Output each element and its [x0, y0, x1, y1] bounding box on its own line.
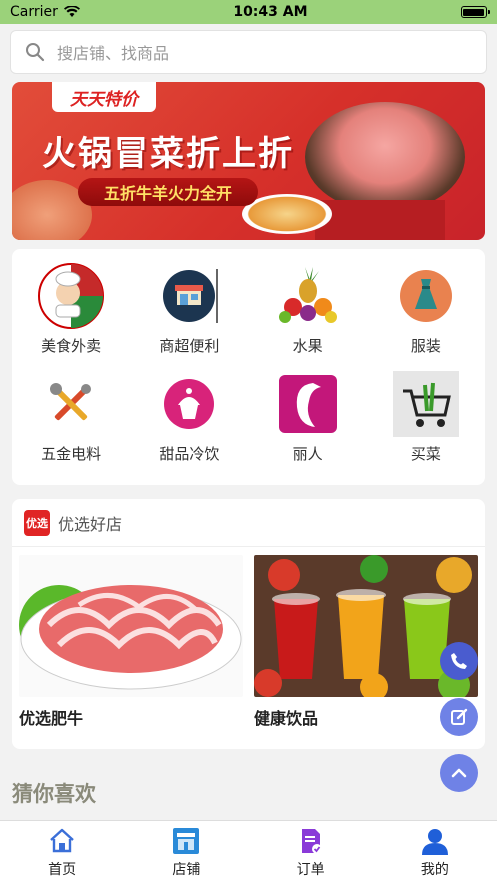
promo-banner[interactable]: 天天特价 火锅冒菜折上折 五折牛羊火力全开: [12, 82, 485, 240]
home-icon: [48, 827, 76, 855]
tools-icon: [38, 371, 104, 437]
category-desserts[interactable]: 甜品冷饮: [130, 371, 248, 479]
chevron-up-icon: [451, 768, 467, 778]
category-hardware[interactable]: 五金电料: [12, 371, 130, 479]
shop-name: 优选肥牛: [19, 709, 84, 728]
tab-label: 店铺: [172, 862, 201, 878]
fruit-icon: [275, 263, 341, 329]
hotpot-image: [305, 102, 465, 212]
featured-header: 优选 优选好店: [12, 499, 485, 547]
cupcake-icon: [156, 371, 222, 437]
guess-you-like-title: 猜你喜欢: [12, 782, 96, 806]
featured-shops: 优选 优选好店 优选肥牛 健康饮品: [12, 499, 485, 749]
cart-icon: [392, 371, 459, 437]
tab-home[interactable]: 首页: [0, 821, 124, 883]
store-icon: [156, 263, 222, 329]
battery-icon: [460, 6, 490, 18]
category-clothing[interactable]: 服装: [367, 263, 485, 371]
banner-stand: [315, 200, 445, 240]
phone-icon: [451, 653, 467, 669]
edit-button[interactable]: [440, 698, 478, 736]
tab-shop[interactable]: 店铺: [124, 821, 248, 883]
plate-image: [242, 194, 332, 234]
order-icon: [297, 827, 325, 855]
category-beauty[interactable]: 丽人: [249, 371, 367, 479]
search-icon: [26, 43, 45, 62]
category-groceries[interactable]: 买菜: [367, 371, 485, 479]
tab-profile[interactable]: 我的: [373, 821, 497, 883]
wifi-icon: [63, 6, 80, 17]
edit-icon: [451, 708, 468, 725]
category-label: 甜品冷饮: [159, 445, 220, 463]
category-label: 商超便利: [159, 337, 220, 355]
category-label: 五金电料: [41, 445, 102, 463]
category-food-delivery[interactable]: 美食外卖: [12, 263, 130, 371]
featured-title: 优选好店: [58, 514, 123, 534]
category-fruit[interactable]: 水果: [249, 263, 367, 371]
tab-label: 订单: [296, 862, 325, 878]
category-label: 丽人: [292, 445, 323, 463]
tab-label: 首页: [48, 862, 77, 878]
category-label: 买菜: [410, 445, 441, 463]
beauty-icon: [275, 371, 341, 437]
chef-icon: [38, 263, 105, 329]
carrier-label: Carrier: [10, 4, 58, 20]
search-placeholder: 搜店铺、找商品: [57, 44, 170, 63]
clock: 10:43 AM: [233, 4, 308, 20]
category-grid: 美食外卖 商超便利 水果 服装 五金电料 甜品冷饮 丽人 买菜: [12, 249, 485, 485]
search-bar[interactable]: 搜店铺、找商品: [10, 30, 487, 74]
shop-card-beef[interactable]: 优选肥牛: [19, 555, 243, 729]
category-convenience-store[interactable]: 商超便利: [130, 263, 248, 371]
category-label: 水果: [292, 337, 323, 355]
tab-bar: 首页 店铺 订单 我的: [0, 820, 497, 883]
call-button[interactable]: [440, 642, 478, 680]
profile-icon: [421, 827, 449, 855]
category-label: 服装: [410, 337, 441, 355]
dress-icon: [393, 263, 459, 329]
shop-icon: [172, 827, 200, 855]
drinks-image: [254, 555, 478, 697]
banner-subtitle: 五折牛羊火力全开: [78, 178, 258, 206]
tab-orders[interactable]: 订单: [249, 821, 373, 883]
featured-logo: 优选: [24, 509, 50, 536]
status-bar: Carrier 10:43 AM: [0, 0, 497, 24]
category-label: 美食外卖: [41, 337, 102, 355]
beef-image: [19, 555, 243, 697]
back-to-top-button[interactable]: [440, 754, 478, 792]
banner-tag: 天天特价: [52, 82, 156, 112]
banner-headline: 火锅冒菜折上折: [42, 134, 294, 174]
tab-label: 我的: [420, 862, 449, 878]
